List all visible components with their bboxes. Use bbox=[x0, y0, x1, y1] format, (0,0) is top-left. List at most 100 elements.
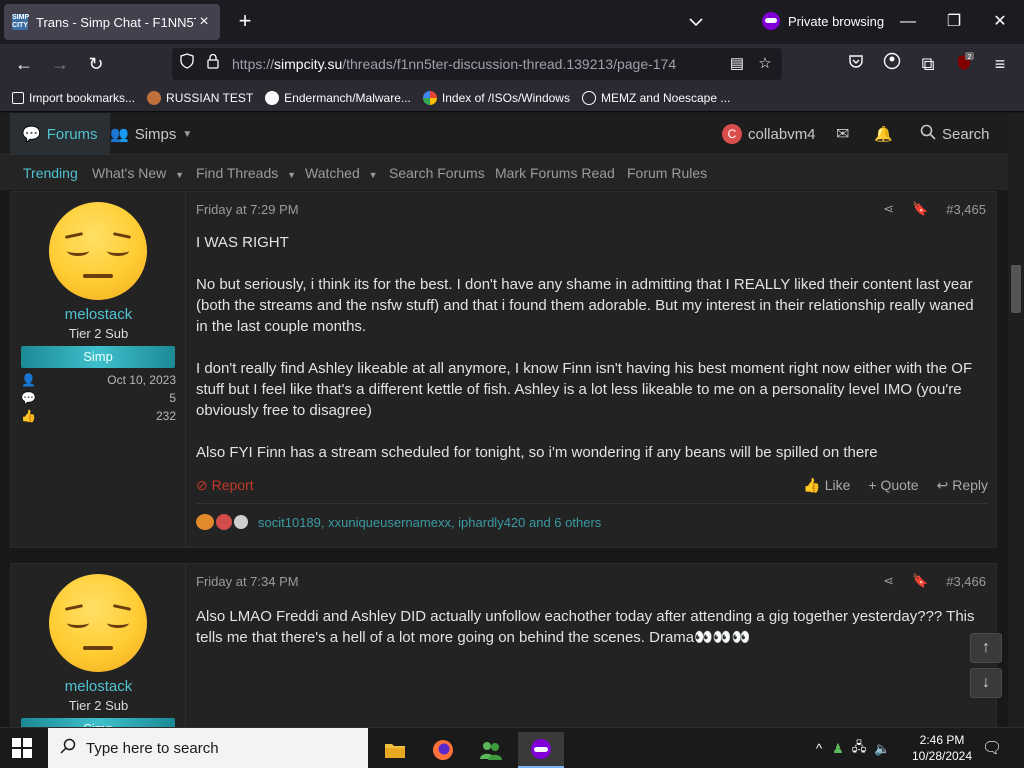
subnav-forum-rules[interactable]: Forum Rules bbox=[627, 155, 707, 191]
subnav-watched[interactable]: Watched ▼ bbox=[305, 155, 378, 191]
windows-start-icon[interactable] bbox=[12, 738, 32, 758]
report-link[interactable]: ⊘ Report bbox=[196, 477, 254, 494]
nav-forums[interactable]: 💬 Forums bbox=[10, 113, 110, 155]
post-username[interactable]: melostack bbox=[11, 306, 186, 323]
bookmark-memz[interactable]: MEMZ and Noescape ... bbox=[581, 90, 730, 105]
tray-chevron-up-icon[interactable]: ^ bbox=[816, 741, 822, 756]
ublock-extension-icon[interactable]: 2 bbox=[952, 52, 976, 76]
post-body: I WAS RIGHT No but seriously, i think it… bbox=[196, 232, 986, 484]
tab-title: Trans - Simp Chat - F1NN5TER ... bbox=[36, 14, 196, 30]
reader-view-icon[interactable]: ▤ bbox=[726, 53, 748, 75]
post-paragraph: Also LMAO Freddi and Ashley DID actually… bbox=[196, 608, 975, 646]
firefox-icon[interactable] bbox=[420, 732, 466, 768]
reply-label: Reply bbox=[952, 476, 988, 493]
url-text[interactable]: https://simpcity.su/threads/f1nn5ter-dis… bbox=[232, 56, 676, 72]
browser-tab[interactable]: SIMP CITY Trans - Simp Chat - F1NN5TER .… bbox=[4, 4, 220, 40]
post-tools: ⋖ 🔖 #3,466 bbox=[865, 573, 986, 589]
google-icon bbox=[422, 90, 437, 105]
dropdown-caret-icon: ▼ bbox=[182, 128, 193, 140]
subnav-whats-new[interactable]: What's New ▼ bbox=[92, 155, 184, 191]
subnav-mark-read[interactable]: Mark Forums Read bbox=[495, 155, 615, 191]
dropdown-caret-icon: ▼ bbox=[368, 170, 378, 180]
bookmark-icon[interactable]: 🔖 bbox=[912, 201, 928, 217]
browser-nav-bar: ← → ↻ https://simpcity.su/threads/f1nn5t… bbox=[0, 44, 1024, 84]
close-window-icon[interactable]: ✕ bbox=[990, 10, 1010, 34]
back-arrow-icon[interactable]: ← bbox=[12, 52, 36, 76]
new-tab-icon[interactable]: + bbox=[234, 10, 256, 32]
user-account-link[interactable]: C collabvm4 bbox=[722, 113, 816, 155]
dropdown-caret-icon: ▼ bbox=[287, 170, 297, 180]
post-number[interactable]: #3,465 bbox=[946, 202, 986, 217]
forward-arrow-icon[interactable]: → bbox=[48, 52, 72, 76]
subnav-find-threads[interactable]: Find Threads ▼ bbox=[196, 155, 296, 191]
post-username[interactable]: melostack bbox=[11, 678, 186, 695]
lock-icon[interactable] bbox=[202, 53, 224, 75]
post-date[interactable]: Friday at 7:29 PM bbox=[196, 202, 299, 217]
heart-reaction-icon bbox=[216, 514, 232, 530]
url-scheme: https:// bbox=[232, 56, 275, 72]
notifications-icon[interactable]: 🗨 bbox=[982, 738, 1002, 758]
minimize-icon[interactable]: — bbox=[898, 10, 918, 34]
quote-button[interactable]: + Quote bbox=[868, 477, 918, 493]
post-number[interactable]: #3,466 bbox=[946, 574, 986, 589]
alerts-bell-icon[interactable]: 🔔 bbox=[874, 113, 893, 155]
user-reactions: 👍 232 bbox=[21, 407, 176, 425]
tracking-shield-icon[interactable] bbox=[176, 53, 198, 75]
forum-search-button[interactable]: Search bbox=[920, 113, 990, 155]
bookmark-star-icon[interactable]: ☆ bbox=[754, 53, 776, 75]
avatar[interactable] bbox=[49, 574, 147, 672]
post-date[interactable]: Friday at 7:34 PM bbox=[196, 574, 299, 589]
bookmark-label: Import bookmarks... bbox=[29, 90, 136, 105]
close-tab-icon[interactable]: × bbox=[196, 13, 212, 31]
volume-icon[interactable]: 🔈 bbox=[874, 741, 890, 757]
bookmark-endermanch[interactable]: Endermanch/Malware... bbox=[265, 90, 411, 105]
search-icon bbox=[920, 124, 936, 144]
taskbar-clock[interactable]: 2:46 PM 10/28/2024 bbox=[910, 732, 974, 764]
scrollbar-thumb[interactable] bbox=[1011, 265, 1021, 313]
file-explorer-icon[interactable] bbox=[372, 732, 418, 768]
pumpkin-reaction-icon bbox=[196, 514, 214, 530]
search-placeholder: Type here to search bbox=[86, 740, 219, 757]
subnav-label: Find Threads bbox=[196, 165, 279, 181]
share-icon[interactable]: ⋖ bbox=[883, 201, 894, 217]
reply-button[interactable]: ↩ Reply bbox=[937, 477, 988, 494]
inbox-icon[interactable]: ✉ bbox=[836, 113, 849, 155]
list-tabs-chevron-icon[interactable] bbox=[686, 12, 706, 32]
account-icon[interactable] bbox=[880, 52, 904, 76]
chat-bubbles-icon: 💬 bbox=[22, 126, 41, 143]
firefox-private-icon[interactable] bbox=[518, 732, 564, 768]
laugh-reaction-icon bbox=[234, 515, 248, 529]
avatar: C bbox=[722, 124, 742, 144]
bookmark-russian-test[interactable]: RUSSIAN TEST bbox=[147, 90, 254, 105]
like-button[interactable]: 👍 Like bbox=[803, 477, 850, 494]
reacted-users[interactable]: socit10189, xxuniqueusernamexx, iphardly… bbox=[258, 515, 601, 530]
network-icon[interactable]: 🖧 bbox=[852, 738, 867, 760]
nav-simps[interactable]: 👥 Simps ▼ bbox=[110, 113, 192, 155]
reactions-bar[interactable]: socit10189, xxuniqueusernamexx, iphardly… bbox=[196, 514, 601, 530]
globe-icon bbox=[581, 90, 596, 105]
share-icon[interactable]: ⋖ bbox=[883, 573, 894, 589]
tray-app-icon[interactable]: ♟ bbox=[832, 741, 844, 757]
scroll-to-bottom-button[interactable]: ↓ bbox=[970, 668, 1002, 698]
extensions-puzzle-icon[interactable]: ⧉ bbox=[916, 52, 940, 76]
restore-icon[interactable]: ❐ bbox=[944, 10, 964, 34]
page-scrollbar[interactable] bbox=[1008, 113, 1024, 727]
clock-date: 10/28/2024 bbox=[911, 749, 973, 763]
taskbar-search-input[interactable]: Type here to search bbox=[48, 728, 368, 768]
url-bar[interactable]: https://simpcity.su/threads/f1nn5ter-dis… bbox=[172, 48, 782, 80]
menu-hamburger-icon[interactable]: ≡ bbox=[988, 52, 1012, 76]
subnav-trending[interactable]: Trending bbox=[23, 155, 78, 191]
bookmark-icon[interactable]: 🔖 bbox=[912, 573, 928, 589]
thread-content: melostack Tier 2 Sub Simp 👤 Oct 10, 2023… bbox=[0, 191, 1008, 727]
bookmark-label: RUSSIAN TEST bbox=[166, 90, 254, 105]
scroll-to-top-button[interactable]: ↑ bbox=[970, 633, 1002, 663]
subnav-search-forums[interactable]: Search Forums bbox=[389, 155, 485, 191]
reload-icon[interactable]: ↻ bbox=[84, 52, 108, 76]
bookmark-import[interactable]: Import bookmarks... bbox=[12, 91, 135, 105]
bookmark-index-isos[interactable]: Index of /ISOs/Windows bbox=[422, 90, 570, 105]
post-user-cell: melostack Tier 2 Sub Simp bbox=[11, 564, 186, 727]
pocket-icon[interactable] bbox=[844, 52, 868, 76]
avatar[interactable] bbox=[49, 202, 147, 300]
post-paragraph: Also FYI Finn has a stream scheduled for… bbox=[196, 444, 878, 461]
users-app-icon[interactable] bbox=[468, 732, 514, 768]
